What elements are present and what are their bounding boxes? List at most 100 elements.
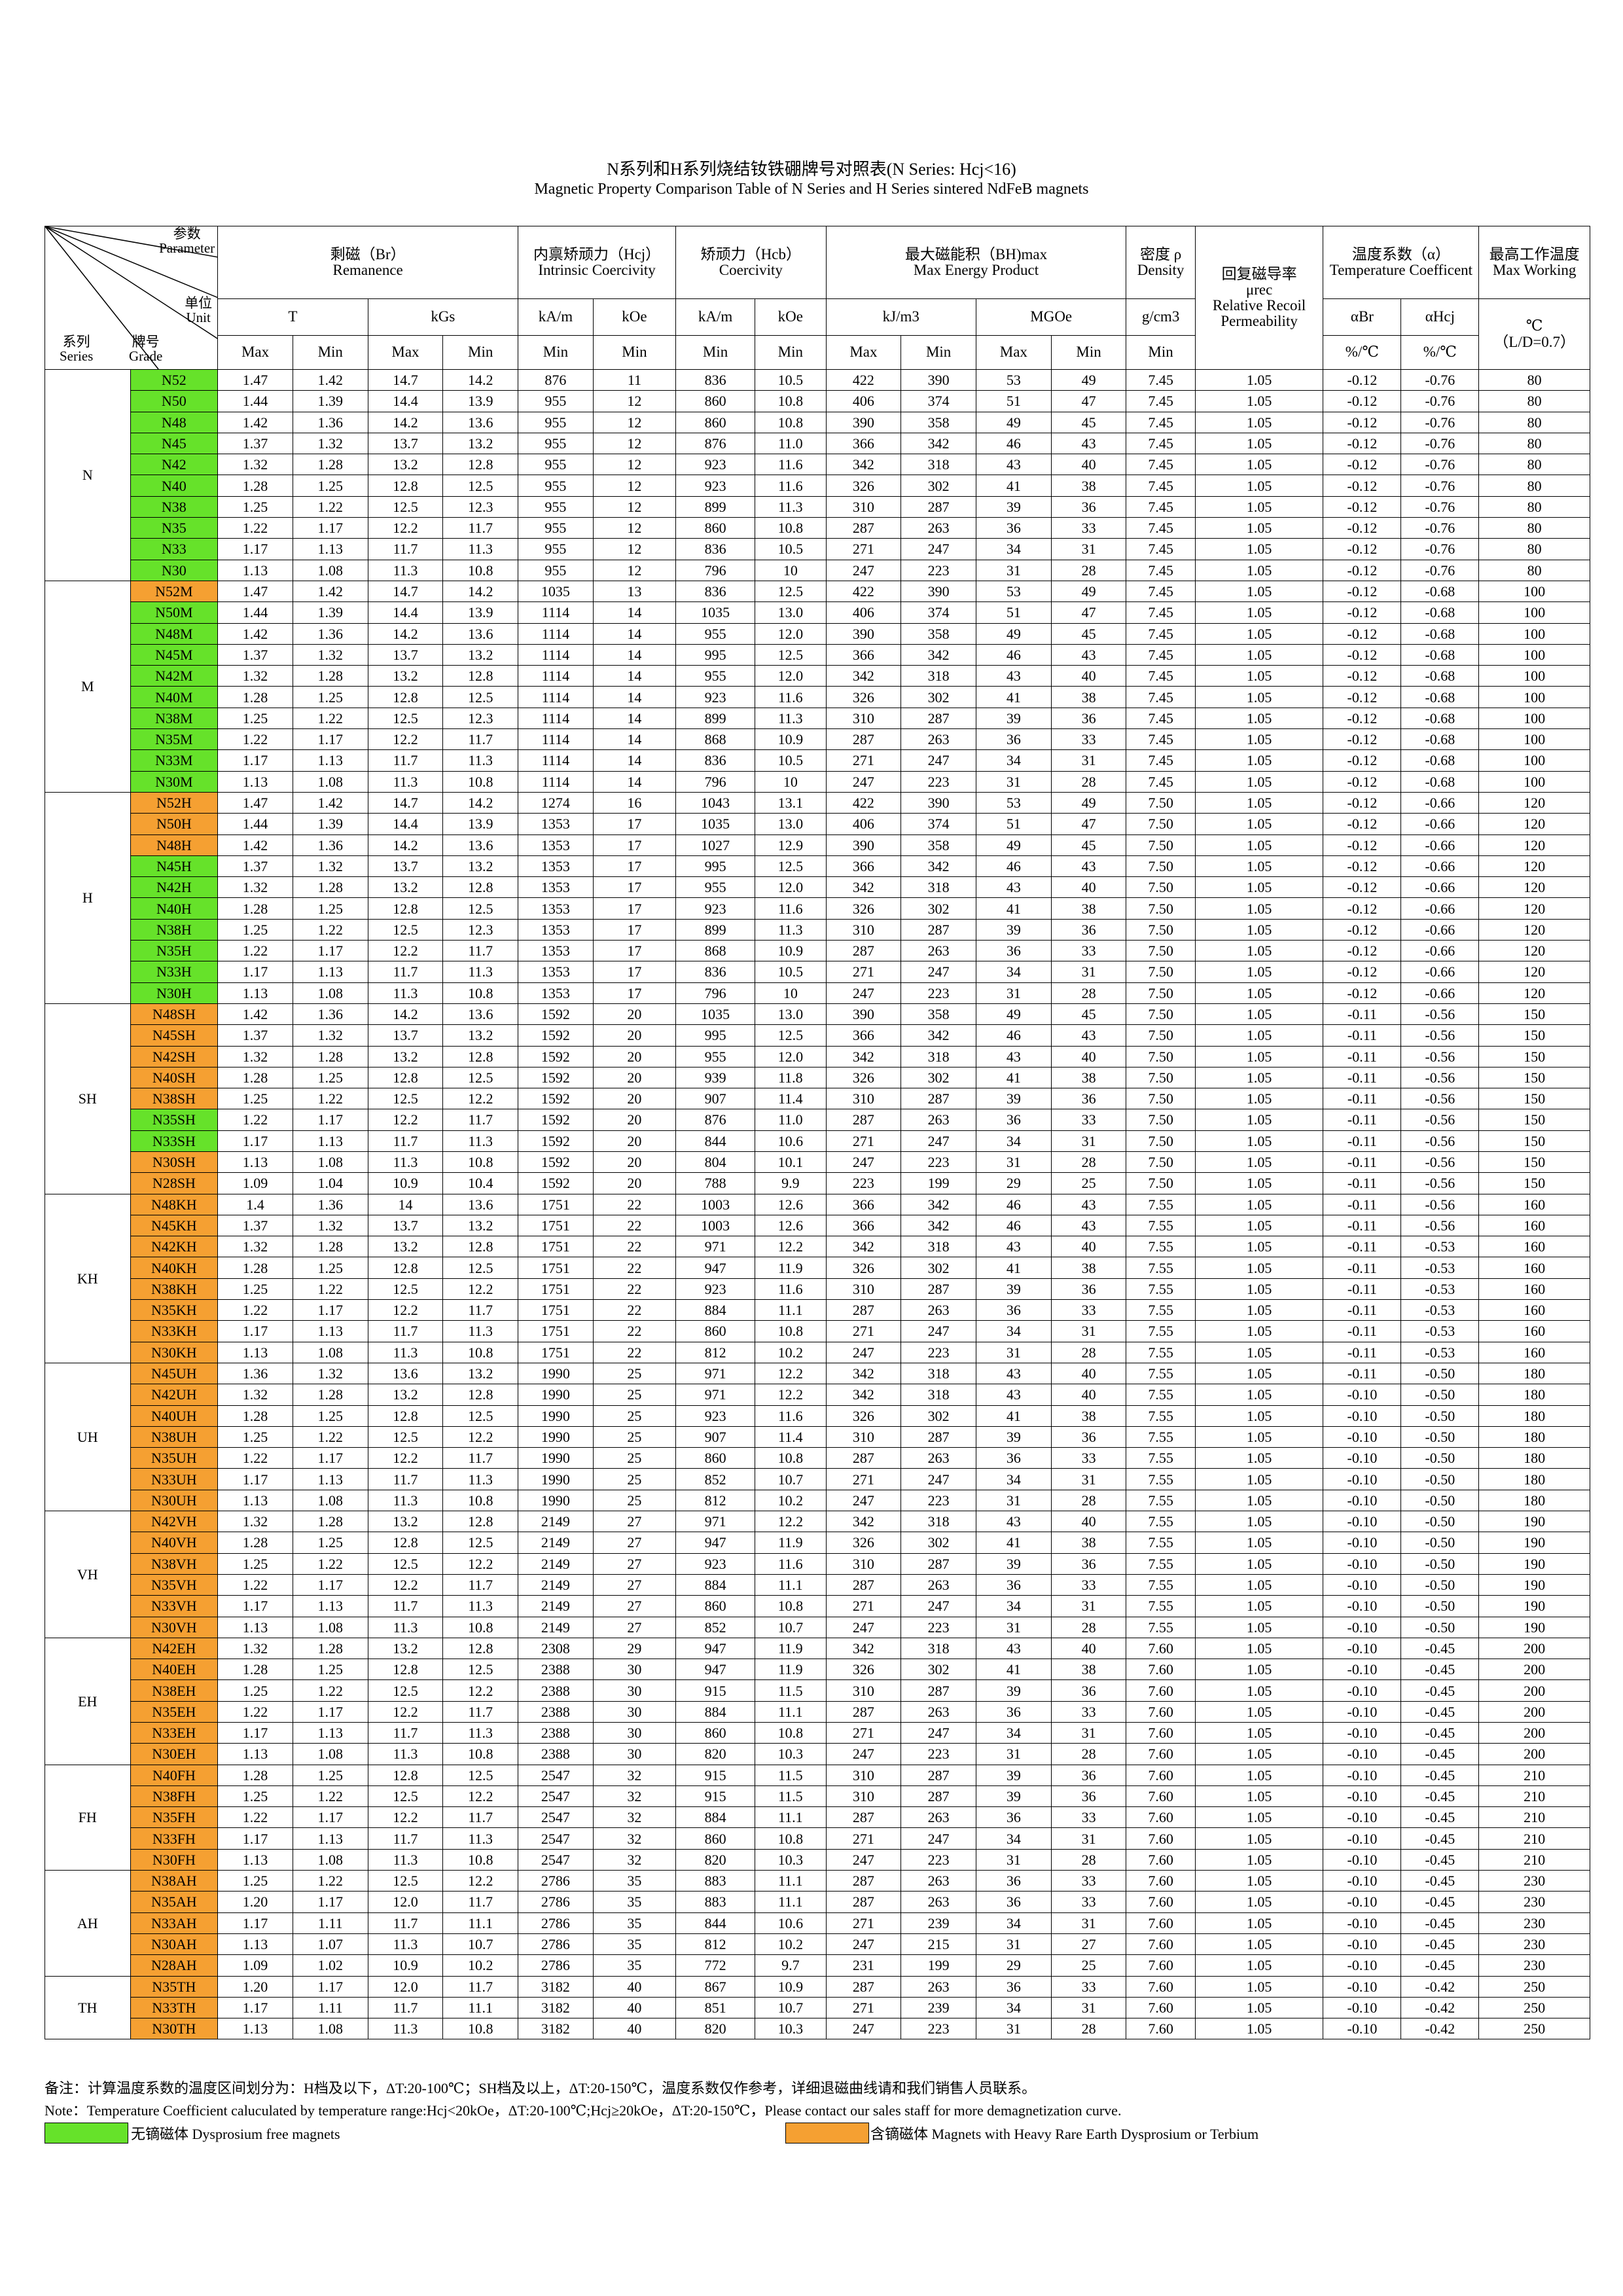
hcj-koe-cell: 25 xyxy=(592,1489,677,1512)
hcb-kam-cell: 788 xyxy=(675,1172,756,1194)
table-row: N33VH 1.17 1.13 11.7 11.3 2149 27 860 10.8 271 247… xyxy=(45,1595,1590,1617)
bh-mgoe-max-cell: 49 xyxy=(975,411,1052,433)
energy-product-header: 最大磁能积（BH)max Max Energy Product xyxy=(825,226,1127,299)
br-kgs-max-cell: 11.7 xyxy=(367,1595,444,1617)
hcb-kam-cell: 836 xyxy=(675,538,756,560)
grade-cell: N33KH xyxy=(130,1320,219,1342)
alpha-br-cell: -0.10 xyxy=(1323,1764,1402,1786)
alpha-br-cell: -0.12 xyxy=(1323,411,1402,433)
bh-mgoe-max-cell: 41 xyxy=(975,1532,1052,1554)
hcb-kam-cell: 804 xyxy=(675,1151,756,1174)
br-t-min-cell: 1.13 xyxy=(292,1595,368,1617)
br-t-min-cell: 1.22 xyxy=(292,1278,368,1300)
hcb-koe-cell: 11.3 xyxy=(755,707,827,730)
alpha-br-cell: -0.10 xyxy=(1323,1468,1402,1490)
bh-mgoe-min-cell: 36 xyxy=(1050,1679,1127,1702)
br-kgs-min-cell: 11.1 xyxy=(442,1996,519,2019)
bh-kjm3-min-cell: 223 xyxy=(901,2018,976,2040)
br-kgs-min-cell: 12.8 xyxy=(442,454,519,476)
alpha-br-cell: -0.10 xyxy=(1323,2018,1402,2040)
hcb-kam-cell: 812 xyxy=(675,1489,756,1512)
br-kgs-max-cell: 13.7 xyxy=(367,1214,444,1237)
br-t-max-cell: 1.17 xyxy=(217,1468,293,1490)
max-working-temp-cell: 180 xyxy=(1478,1468,1590,1490)
max-working-temp-cell: 250 xyxy=(1478,1975,1590,1998)
max-working-temp-cell: 230 xyxy=(1478,1891,1590,1913)
recoil-permeability-cell: 1.05 xyxy=(1194,390,1324,412)
hcj-kam-cell: 955 xyxy=(518,390,594,412)
bh-kjm3-max-cell: 366 xyxy=(825,432,902,455)
bh-mgoe-min-cell: 28 xyxy=(1050,1848,1127,1871)
hcj-koe-cell: 14 xyxy=(592,686,677,708)
alpha-br-cell: -0.12 xyxy=(1323,495,1402,518)
density-cell: 7.60 xyxy=(1126,1743,1196,1765)
alpha-br-cell: -0.11 xyxy=(1323,1299,1402,1321)
table-row: N45 1.37 1.32 13.7 13.2 955 12 876 11.0 366 342 46 4… xyxy=(45,432,1590,455)
br-kgs-max-cell: 13.2 xyxy=(367,665,444,687)
br-t-max-cell: 1.25 xyxy=(217,1278,293,1300)
hcb-kam-cell: 1003 xyxy=(675,1214,756,1237)
bh-kjm3-max-cell: 326 xyxy=(825,1532,902,1554)
table-row: TH N35TH 1.20 1.17 12.0 11.7 3182 40 867 10.9 287 2… xyxy=(45,1975,1590,2040)
bh-mgoe-min-cell: 43 xyxy=(1050,1024,1127,1047)
hcj-kam-cell: 1990 xyxy=(518,1384,594,1406)
density-cell: 7.55 xyxy=(1126,1320,1196,1342)
hcj-koe-cell: 11 xyxy=(592,368,677,391)
br-t-max-cell: 1.44 xyxy=(217,601,293,624)
alpha-br-cell: -0.10 xyxy=(1323,1573,1402,1596)
recoil-permeability-cell: 1.05 xyxy=(1194,1616,1324,1638)
col-min: Min xyxy=(755,335,827,370)
bh-mgoe-min-cell: 28 xyxy=(1050,1489,1127,1512)
alpha-hcj-cell: -0.56 xyxy=(1400,1130,1480,1152)
bh-mgoe-min-cell: 40 xyxy=(1050,1045,1127,1067)
alpha-hcj-cell: -0.53 xyxy=(1400,1257,1480,1279)
br-kgs-min-cell: 10.4 xyxy=(442,1172,519,1194)
grade-cell: N50H xyxy=(130,813,219,835)
bh-mgoe-min-cell: 45 xyxy=(1050,1003,1127,1026)
hcb-koe-cell: 12.2 xyxy=(755,1236,827,1258)
bh-kjm3-max-cell: 310 xyxy=(825,495,902,518)
unit-t: T xyxy=(217,298,368,336)
bh-kjm3-max-cell: 390 xyxy=(825,411,902,433)
br-kgs-min-cell: 12.2 xyxy=(442,1426,519,1448)
density-cell: 7.60 xyxy=(1126,1975,1196,1998)
br-t-min-cell: 1.32 xyxy=(292,1214,368,1237)
hcb-kam-cell: 923 xyxy=(675,686,756,708)
bh-kjm3-min-cell: 374 xyxy=(901,601,976,624)
density-cell: 7.60 xyxy=(1126,1700,1196,1723)
br-t-max-cell: 1.13 xyxy=(217,559,293,581)
table-row: N38SH 1.25 1.22 12.5 12.2 1592 20 907 11.4 310 287… xyxy=(45,1088,1590,1110)
bh-kjm3-min-cell: 199 xyxy=(901,1954,976,1977)
alpha-br-cell: -0.11 xyxy=(1323,1278,1402,1300)
br-kgs-min-cell: 13.2 xyxy=(442,1214,519,1237)
note-en: Note：Temperature Coefficient caluculated… xyxy=(45,2102,1122,2119)
br-kgs-max-cell: 11.7 xyxy=(367,749,444,772)
hcb-koe-cell: 10.3 xyxy=(755,1743,827,1765)
br-t-min-cell: 1.25 xyxy=(292,475,368,497)
br-kgs-min-cell: 10.8 xyxy=(442,559,519,581)
bh-mgoe-min-cell: 31 xyxy=(1050,1595,1127,1617)
density-cell: 7.55 xyxy=(1126,1278,1196,1300)
max-working-temp-cell: 150 xyxy=(1478,1088,1590,1110)
br-t-min-cell: 1.22 xyxy=(292,707,368,730)
bh-kjm3-min-cell: 247 xyxy=(901,538,976,560)
grade-cell: N45KH xyxy=(130,1214,219,1237)
hcj-kam-cell: 2547 xyxy=(518,1806,594,1829)
col-max: Max xyxy=(217,335,293,370)
br-kgs-min-cell: 11.7 xyxy=(442,728,519,751)
bh-mgoe-min-cell: 33 xyxy=(1050,1700,1127,1723)
density-cell: 7.45 xyxy=(1126,475,1196,497)
recoil-permeability-cell: 1.05 xyxy=(1194,1384,1324,1406)
bh-mgoe-max-cell: 41 xyxy=(975,1066,1052,1089)
grade-cell: N35M xyxy=(130,728,219,751)
recoil-permeability-cell: 1.05 xyxy=(1194,1362,1324,1385)
br-t-min-cell: 1.08 xyxy=(292,1616,368,1638)
bh-kjm3-max-cell: 287 xyxy=(825,1975,902,1998)
hcb-koe-cell: 12.0 xyxy=(755,876,827,899)
hcb-koe-cell: 11.6 xyxy=(755,897,827,920)
hcj-kam-cell: 1274 xyxy=(518,791,594,814)
br-t-min-cell: 1.17 xyxy=(292,1700,368,1723)
bh-kjm3-min-cell: 263 xyxy=(901,940,976,962)
max-working-temp-cell: 100 xyxy=(1478,770,1590,793)
bh-kjm3-max-cell: 287 xyxy=(825,1573,902,1596)
